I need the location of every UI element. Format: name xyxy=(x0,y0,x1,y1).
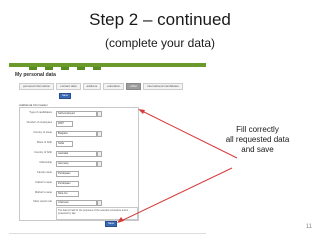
form-row: Country of issue Bulgaria xyxy=(20,130,138,137)
form-screenshot: My personal data personal information co… xyxy=(9,63,206,234)
top-nav-item[interactable] xyxy=(29,67,37,70)
form-row: Number of employees 2007 xyxy=(20,120,138,127)
save-button-top[interactable]: Save xyxy=(59,93,71,99)
field-label: Father's name xyxy=(35,181,53,184)
chevron-down-icon[interactable] xyxy=(97,200,102,206)
tab-other[interactable]: other xyxy=(126,83,142,90)
mothers-name-input[interactable]: Nina Ivo xyxy=(56,191,79,197)
save-button[interactable]: Save xyxy=(105,221,117,227)
form-row: Father's name Purdopaev xyxy=(20,180,138,187)
recent-role-select[interactable]: Unknown xyxy=(56,200,97,206)
disclaimer-text: The data is held for the purposes of the… xyxy=(56,207,138,220)
callout-line: Fill correctly xyxy=(236,125,279,134)
fathers-name-input[interactable]: Purdopaev xyxy=(56,181,79,187)
form-row: Family name Purdopaev xyxy=(20,170,138,177)
top-nav-item[interactable] xyxy=(45,67,53,70)
slide-title: Step 2 – continued xyxy=(89,10,231,29)
page-number: 11 xyxy=(305,224,312,230)
field-label: Country of issue xyxy=(33,131,52,134)
field-label: Citizenship xyxy=(39,161,52,164)
tab-international-candidates[interactable]: international candidates xyxy=(143,83,183,90)
field-label: Country of birth xyxy=(34,151,52,154)
form-row: Type of candidature Self-employed xyxy=(20,110,138,117)
form-row: Place of birth Sofia xyxy=(20,140,138,147)
chevron-down-icon[interactable] xyxy=(97,131,102,137)
field-label: Number of employees xyxy=(26,121,52,124)
tab-bar: personal information contact data addres… xyxy=(19,83,183,90)
field-label: Place of birth xyxy=(36,141,52,144)
field-label: Family name xyxy=(37,171,52,174)
chevron-down-icon[interactable] xyxy=(97,161,102,167)
form-row: Citizenship Germany xyxy=(20,160,138,167)
slide-subtitle: (complete your data) xyxy=(104,36,216,50)
callout-line: and save xyxy=(241,145,274,154)
additional-info-panel: Type of candidature Self-employed Number… xyxy=(19,107,139,221)
top-nav-item[interactable] xyxy=(77,67,85,70)
form-row: Most recent role Unknown xyxy=(20,199,138,206)
top-nav xyxy=(9,67,206,70)
chevron-down-icon[interactable] xyxy=(97,151,102,157)
tab-personal-information[interactable]: personal information xyxy=(19,83,55,90)
form-row: Country of birth Australia xyxy=(20,150,138,157)
callout-text: Fill correctly all requested data and sa… xyxy=(210,125,305,155)
field-label: Type of candidature xyxy=(29,111,52,114)
country-of-birth-select[interactable]: Australia xyxy=(56,151,97,157)
top-nav-item[interactable] xyxy=(61,67,69,70)
place-of-birth-input[interactable]: Sofia xyxy=(56,141,73,147)
page-title: My personal data xyxy=(15,72,56,78)
country-of-issue-select[interactable]: Bulgaria xyxy=(56,131,97,137)
form-row: Mother's name Nina Ivo xyxy=(20,190,138,197)
tab-contact-data[interactable]: contact data xyxy=(56,83,81,90)
employees-input[interactable]: 2007 xyxy=(56,121,73,127)
chevron-down-icon[interactable] xyxy=(97,111,102,117)
tab-address[interactable]: address xyxy=(82,83,102,90)
candidature-type-select[interactable]: Self-employed xyxy=(56,111,97,117)
top-nav-item[interactable] xyxy=(93,67,101,70)
citizenship-select[interactable]: Germany xyxy=(56,161,97,167)
tab-education[interactable]: education xyxy=(103,83,125,90)
callout-line: all requested data xyxy=(225,135,290,144)
field-label: Most recent role xyxy=(33,200,52,203)
field-label: Mother's name xyxy=(34,191,52,194)
family-name-input[interactable]: Purdopaev xyxy=(56,171,79,177)
